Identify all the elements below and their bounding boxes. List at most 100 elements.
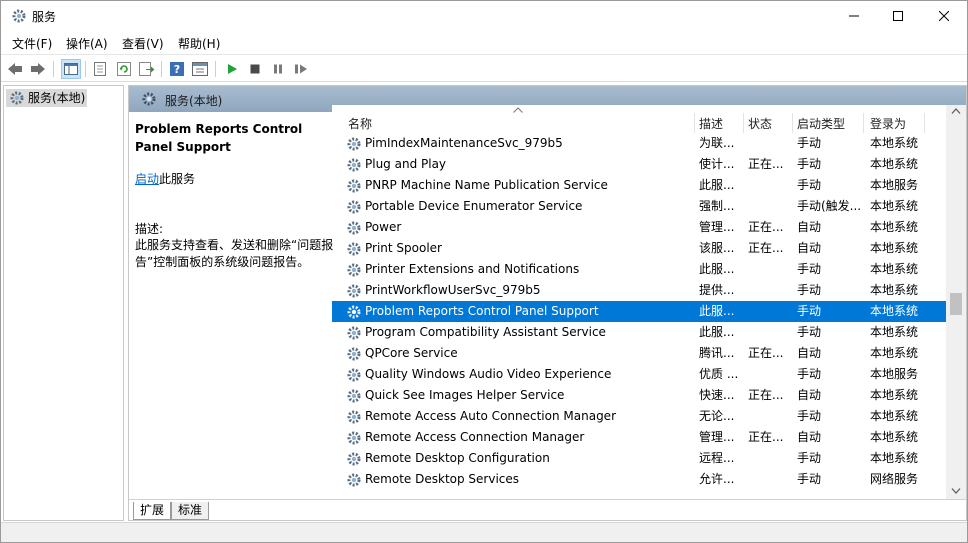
service-startup-type: 手动 <box>797 262 822 276</box>
scroll-up-arrow-icon[interactable] <box>951 107 961 118</box>
restart-service-icon[interactable] <box>292 60 310 78</box>
show-hide-pane-icon[interactable] <box>191 60 209 78</box>
toolbar-separator <box>53 61 54 77</box>
service-row[interactable]: Printer Extensions and Notifications 此服..… <box>332 259 946 280</box>
service-name: Portable Device Enumerator Service <box>365 199 583 213</box>
service-startup-type: 手动 <box>797 157 822 171</box>
service-row[interactable]: Remote Desktop Configuration 远程... 手动 本地系统 <box>332 448 946 469</box>
console-tree-icon[interactable] <box>61 59 81 79</box>
service-startup-type: 自动 <box>797 430 822 444</box>
service-startup-type: 自动 <box>797 346 822 360</box>
services-pane: 服务(本地) Problem Reports Control Panel Sup… <box>128 85 967 521</box>
column-separator[interactable] <box>792 113 793 133</box>
services-window: 服务 文件(F) 操作(A) 查看(V) 帮助(H) ? 服务(本地) 服务(本… <box>0 0 968 543</box>
service-description: 快速... <box>699 388 735 402</box>
refresh-icon[interactable] <box>115 60 133 78</box>
service-description: 允许... <box>699 472 735 486</box>
service-description: 腾讯... <box>699 346 735 360</box>
scrollbar-thumb[interactable] <box>950 293 962 315</box>
column-header-status[interactable]: 状态 <box>748 115 772 132</box>
menu-help[interactable]: 帮助(H) <box>178 35 220 52</box>
services-gear-icon <box>141 91 157 110</box>
service-startup-type: 手动 <box>797 325 822 339</box>
services-gear-icon <box>9 90 25 111</box>
service-startup-type: 手动 <box>797 367 822 381</box>
service-row[interactable]: QPCore Service 腾讯... 正在... 自动 本地系统 <box>332 343 946 364</box>
minimize-button[interactable] <box>831 1 877 31</box>
service-row[interactable]: Remote Access Connection Manager 管理... 正在.… <box>332 427 946 448</box>
service-row[interactable]: Program Compatibility Assistant Service 此… <box>332 322 946 343</box>
back-arrow-icon[interactable] <box>6 60 24 78</box>
column-separator[interactable] <box>863 113 864 133</box>
help-icon[interactable]: ? <box>168 60 186 78</box>
service-startup-type: 手动 <box>797 136 822 150</box>
toolbar-separator <box>85 61 86 77</box>
column-header-startup-type[interactable]: 启动类型 <box>797 115 845 132</box>
service-row[interactable]: PimIndexMaintenanceSvc_979b5 为联... 手动 本地系统 <box>332 133 946 154</box>
vertical-scrollbar[interactable] <box>946 105 966 499</box>
menu-file[interactable]: 文件(F) <box>12 35 52 52</box>
pause-service-icon[interactable] <box>269 60 287 78</box>
service-row[interactable]: Portable Device Enumerator Service 强制... 手… <box>332 196 946 217</box>
service-logon-as: 本地系统 <box>870 220 919 234</box>
tab-extended[interactable]: 扩展 <box>133 502 172 520</box>
close-button[interactable] <box>921 1 967 31</box>
forward-arrow-icon[interactable] <box>29 60 47 78</box>
service-row[interactable]: PNRP Machine Name Publication Service 此服.… <box>332 175 946 196</box>
column-separator[interactable] <box>694 113 695 133</box>
svg-text:?: ? <box>174 63 180 76</box>
service-description-panel: Problem Reports Control Panel Support 启动… <box>135 120 335 271</box>
column-header-name[interactable]: 名称 <box>348 115 372 132</box>
service-name: Remote Desktop Configuration <box>365 451 550 465</box>
service-row[interactable]: Remote Access Auto Connection Manager 无论.… <box>332 406 946 427</box>
service-logon-as: 本地系统 <box>870 304 919 318</box>
service-description: 此服... <box>699 325 735 339</box>
service-startup-type: 自动 <box>797 241 822 255</box>
service-row[interactable]: Power 管理... 正在... 自动 本地系统 <box>332 217 946 238</box>
service-row[interactable]: Quality Windows Audio Video Experience 优质… <box>332 364 946 385</box>
service-row[interactable]: Plug and Play 使计... 正在... 手动 本地系统 <box>332 154 946 175</box>
service-description: 优质 ... <box>699 367 739 381</box>
service-action-suffix: 此服务 <box>159 172 196 186</box>
service-row[interactable]: Quick See Images Helper Service 快速... 正在..… <box>332 385 946 406</box>
view-tabs: 扩展 标准 <box>129 499 966 520</box>
service-description: 管理... <box>699 220 735 234</box>
service-name: PimIndexMaintenanceSvc_979b5 <box>365 136 563 150</box>
service-row[interactable]: Problem Reports Control Panel Support 此服.… <box>332 301 946 322</box>
toolbar-separator <box>161 61 162 77</box>
tree-item-label: 服务(本地) <box>28 91 86 105</box>
stop-service-icon[interactable] <box>246 60 264 78</box>
tab-standard[interactable]: 标准 <box>171 502 210 520</box>
properties-icon[interactable] <box>91 60 109 78</box>
column-separator[interactable] <box>924 113 925 133</box>
service-description: 管理... <box>699 430 735 444</box>
window-title: 服务 <box>32 10 57 24</box>
export-list-icon[interactable] <box>138 60 156 78</box>
service-logon-as: 本地系统 <box>870 199 919 213</box>
console-tree: 服务(本地) <box>3 85 124 521</box>
service-row[interactable]: PrintWorkflowUserSvc_979b5 提供... 手动 本地系统 <box>332 280 946 301</box>
service-description: 此服... <box>699 178 735 192</box>
start-service-link[interactable]: 启动 <box>135 172 159 186</box>
tree-item-services-local[interactable]: 服务(本地) <box>6 89 88 107</box>
column-separator[interactable] <box>743 113 744 133</box>
service-row[interactable]: Print Spooler 该服... 正在... 自动 本地系统 <box>332 238 946 259</box>
service-status: 正在... <box>748 157 784 171</box>
maximize-button[interactable] <box>875 1 921 31</box>
service-status: 正在... <box>748 430 784 444</box>
service-logon-as: 网络服务 <box>870 472 919 486</box>
service-logon-as: 本地系统 <box>870 262 919 276</box>
scroll-down-arrow-icon[interactable] <box>951 487 961 498</box>
service-row[interactable]: Remote Desktop Services 允许... 手动 网络服务 <box>332 469 946 490</box>
service-startup-type: 手动 <box>797 283 822 297</box>
service-description: 提供... <box>699 283 735 297</box>
menu-view[interactable]: 查看(V) <box>122 35 164 52</box>
start-service-icon[interactable] <box>223 60 241 78</box>
column-header-logon-as[interactable]: 登录为 <box>870 115 906 132</box>
column-header-description[interactable]: 描述 <box>699 115 723 132</box>
menu-action[interactable]: 操作(A) <box>66 35 108 52</box>
service-name: Plug and Play <box>365 157 447 171</box>
service-logon-as: 本地系统 <box>870 451 919 465</box>
service-logon-as: 本地系统 <box>870 430 919 444</box>
selected-service-title: Problem Reports Control Panel Support <box>135 122 303 154</box>
